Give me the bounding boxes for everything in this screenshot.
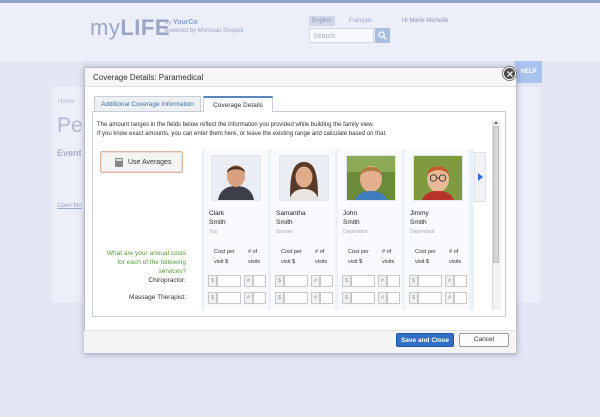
tab-coverage-details[interactable]: Coverage Details <box>203 96 273 112</box>
cost-input[interactable] <box>217 275 241 287</box>
dollar-prefix: $ <box>409 275 418 287</box>
cost-input[interactable] <box>217 292 241 304</box>
visits-input[interactable] <box>253 292 266 304</box>
visits-input[interactable] <box>320 275 333 287</box>
visits-input[interactable] <box>320 292 333 304</box>
open-link[interactable]: Open Mo <box>57 203 82 209</box>
brand-tagline: by YourCo powered by Morneau Shepell <box>165 19 244 34</box>
cancel-button[interactable]: Cancel <box>459 333 509 347</box>
col-header-cost: Cost per visit $ <box>281 249 302 265</box>
language-english[interactable]: English <box>309 16 335 26</box>
next-members-button[interactable] <box>474 152 486 202</box>
col-header-cost: Cost per visit $ <box>415 249 436 265</box>
boy-photo <box>346 155 396 201</box>
search-icon <box>378 31 387 40</box>
close-icon <box>506 70 513 77</box>
calculator-icon <box>115 158 123 167</box>
woman-photo <box>279 155 329 201</box>
visits-input[interactable] <box>454 292 467 304</box>
intro-line-2: If you know exact amounts, you can enter… <box>97 131 387 137</box>
cost-input[interactable] <box>418 292 442 304</box>
mylife-logo: myLIFE <box>90 15 170 40</box>
cost-input[interactable] <box>284 292 308 304</box>
scroll-up-icon[interactable] <box>494 121 498 124</box>
use-averages-button[interactable]: Use Averages <box>100 151 183 173</box>
hash-prefix: # <box>244 292 253 304</box>
hash-prefix: # <box>311 275 320 287</box>
user-greeting: Hi Marie-Michelle <box>402 18 449 24</box>
visits-input[interactable] <box>454 275 467 287</box>
dollar-prefix: $ <box>275 275 284 287</box>
hash-prefix: # <box>378 275 387 287</box>
dollar-prefix: $ <box>208 275 217 287</box>
cost-input[interactable] <box>418 275 442 287</box>
col-header-visits: # of visits <box>315 249 328 265</box>
chevron-right-icon <box>478 173 483 181</box>
col-header-visits: # of visits <box>449 249 462 265</box>
hash-prefix: # <box>445 275 454 287</box>
save-and-close-button[interactable]: Save and Close <box>396 333 454 347</box>
visits-input[interactable] <box>253 275 266 287</box>
help-button[interactable]: HELP <box>515 61 542 83</box>
member-role: Dependant <box>343 229 368 235</box>
hash-prefix: # <box>378 292 387 304</box>
cost-input[interactable] <box>351 292 375 304</box>
col-header-cost: Cost per visit $ <box>214 249 235 265</box>
use-averages-label: Use Averages <box>128 159 172 166</box>
cost-input[interactable] <box>284 275 308 287</box>
dialog-title: Coverage Details: Paramedical <box>93 73 204 82</box>
close-button[interactable] <box>503 67 516 80</box>
visits-input[interactable] <box>387 275 400 287</box>
service-label-massage: Massage Therapist: <box>129 294 186 301</box>
member-role: Dependant <box>410 229 435 235</box>
col-header-visits: # of visits <box>248 249 261 265</box>
member-name: Samantha Smith <box>276 210 306 226</box>
man-photo <box>211 155 261 201</box>
member-name: Jimmy Smith <box>410 210 429 226</box>
intro-text: The amount ranges in the fields below re… <box>97 121 487 139</box>
tab-additional-coverage[interactable]: Additional Coverage Information <box>94 96 201 111</box>
breadcrumb[interactable]: Home <box>58 99 74 105</box>
col-header-cost: Cost per visit $ <box>348 249 369 265</box>
dollar-prefix: $ <box>342 292 351 304</box>
scroll-thumb[interactable] <box>493 126 499 263</box>
col-header-visits: # of visits <box>382 249 395 265</box>
member-name: Clark Smith <box>209 210 226 226</box>
search-input[interactable]: Search <box>309 28 374 43</box>
hash-prefix: # <box>311 292 320 304</box>
member-name: John Smith <box>343 210 360 226</box>
dollar-prefix: $ <box>409 292 418 304</box>
search-button[interactable] <box>375 28 390 43</box>
boy-glasses-photo <box>413 155 463 201</box>
intro-line-1: The amount ranges in the fields below re… <box>97 122 374 128</box>
dollar-prefix: $ <box>275 292 284 304</box>
language-french[interactable]: Français <box>346 16 375 26</box>
visits-input[interactable] <box>387 292 400 304</box>
dialog-header: Coverage Details: Paramedical <box>85 68 516 87</box>
member-role: Spouse <box>276 229 293 235</box>
hash-prefix: # <box>244 275 253 287</box>
dollar-prefix: $ <box>342 275 351 287</box>
member-role: You <box>209 229 218 235</box>
annual-costs-question: What are your annual costs for each of t… <box>106 250 186 275</box>
dollar-prefix: $ <box>208 292 217 304</box>
service-label-chiropractor: Chiropractor: <box>148 277 186 284</box>
hash-prefix: # <box>445 292 454 304</box>
cost-input[interactable] <box>351 275 375 287</box>
